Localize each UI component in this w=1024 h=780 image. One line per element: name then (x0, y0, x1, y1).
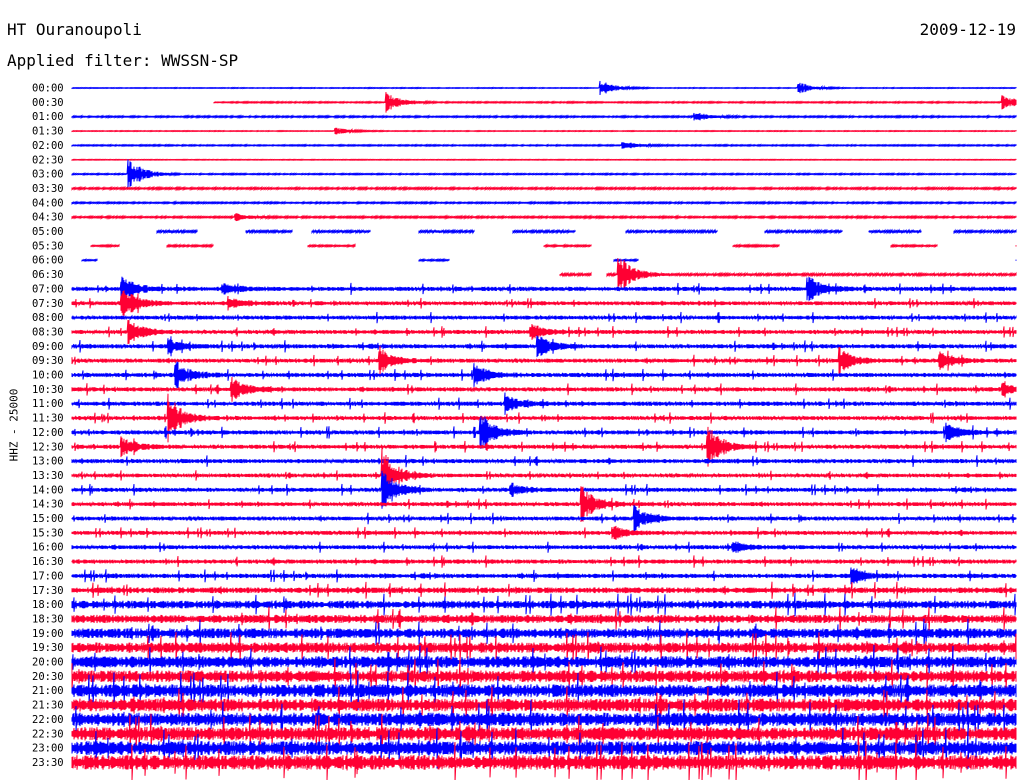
time-tick-label: 07:30 (32, 298, 64, 310)
time-tick-label: 22:00 (32, 714, 64, 726)
trace-line (71, 541, 1017, 553)
time-tick-label: 02:00 (32, 140, 64, 152)
trace-line (71, 311, 1017, 324)
time-tick-label: 03:00 (32, 169, 64, 181)
time-tick-label: 17:00 (32, 570, 64, 582)
time-tick-labels: 00:00 00:30 01:00 01:30 02:00 02:30 03:00 03:30… (32, 83, 64, 769)
time-tick-label: 07:00 (32, 283, 64, 295)
time-tick-label: 13:30 (32, 470, 64, 482)
time-tick-label: 09:00 (32, 341, 64, 353)
time-tick-label: 05:30 (32, 240, 64, 252)
trace-line (71, 376, 1017, 402)
trace-line (559, 258, 1017, 291)
time-tick-label: 02:30 (32, 154, 64, 166)
trace-line (71, 447, 1017, 504)
trace-line (81, 257, 1017, 263)
time-tick-label: 10:30 (32, 384, 64, 396)
trace-line (71, 213, 1017, 222)
trace-line (71, 80, 1017, 96)
time-tick-label: 19:00 (32, 628, 64, 640)
time-tick-label: 16:00 (32, 542, 64, 554)
trace-line (71, 276, 1017, 302)
time-tick-label: 04:30 (32, 212, 64, 224)
trace-line (213, 92, 1017, 113)
time-tick-label: 23:00 (32, 743, 64, 755)
trace-line (71, 335, 1017, 358)
trace-line (71, 142, 1017, 149)
time-tick-label: 21:30 (32, 700, 64, 712)
time-tick-label: 20:30 (32, 671, 64, 683)
trace-line (71, 555, 1017, 568)
trace-line (71, 290, 1017, 317)
time-tick-label: 05:00 (32, 226, 64, 238)
time-tick-label: 12:00 (32, 427, 64, 439)
time-tick-label: 13:00 (32, 456, 64, 468)
time-tick-label: 23:30 (32, 757, 64, 769)
time-tick-label: 10:00 (32, 370, 64, 382)
trace-line (71, 581, 1017, 599)
trace-lines (71, 80, 1017, 780)
trace-line (71, 200, 1017, 206)
time-tick-label: 08:30 (32, 326, 64, 338)
trace-line (156, 228, 1017, 235)
time-tick-label: 04:00 (32, 197, 64, 209)
time-tick-label: 16:30 (32, 556, 64, 568)
time-tick-label: 06:00 (32, 255, 64, 267)
trace-line (71, 505, 1017, 532)
trace-line (71, 454, 1017, 468)
time-tick-label: 18:00 (32, 599, 64, 611)
trace-line (71, 127, 1017, 135)
trace-line (71, 112, 1017, 121)
time-tick-label: 03:30 (32, 183, 64, 195)
trace-line (71, 525, 1017, 540)
trace-line (71, 159, 1017, 189)
time-tick-label: 11:30 (32, 413, 64, 425)
trace-line (71, 567, 1017, 585)
time-tick-label: 00:30 (32, 97, 64, 109)
trace-line (71, 361, 1017, 389)
time-tick-label: 12:30 (32, 441, 64, 453)
time-tick-label: 14:30 (32, 499, 64, 511)
time-tick-label: 00:00 (32, 83, 64, 95)
trace-line (90, 243, 1017, 249)
trace-line (71, 416, 1017, 449)
time-tick-label: 14:00 (32, 484, 64, 496)
time-tick-label: 11:00 (32, 398, 64, 410)
time-tick-label: 06:30 (32, 269, 64, 281)
time-tick-label: 18:30 (32, 613, 64, 625)
trace-line (71, 393, 1017, 443)
time-tick-label: 08:00 (32, 312, 64, 324)
time-tick-label: 22:30 (32, 728, 64, 740)
time-tick-label: 15:30 (32, 527, 64, 539)
time-tick-label: 19:30 (32, 642, 64, 654)
trace-line (71, 592, 1017, 617)
time-tick-label: 21:00 (32, 685, 64, 697)
trace-line (71, 185, 1017, 192)
trace-line (71, 158, 1017, 162)
time-tick-label: 20:00 (32, 657, 64, 669)
time-tick-label: 01:00 (32, 111, 64, 123)
time-tick-label: 15:00 (32, 513, 64, 525)
trace-line (71, 392, 1017, 415)
time-tick-label: 01:30 (32, 126, 64, 138)
time-tick-label: 17:30 (32, 585, 64, 597)
seismogram-chart: 00:00 00:30 01:00 01:30 02:00 02:30 03:00 03:30… (32, 80, 1017, 780)
time-tick-label: 09:30 (32, 355, 64, 367)
